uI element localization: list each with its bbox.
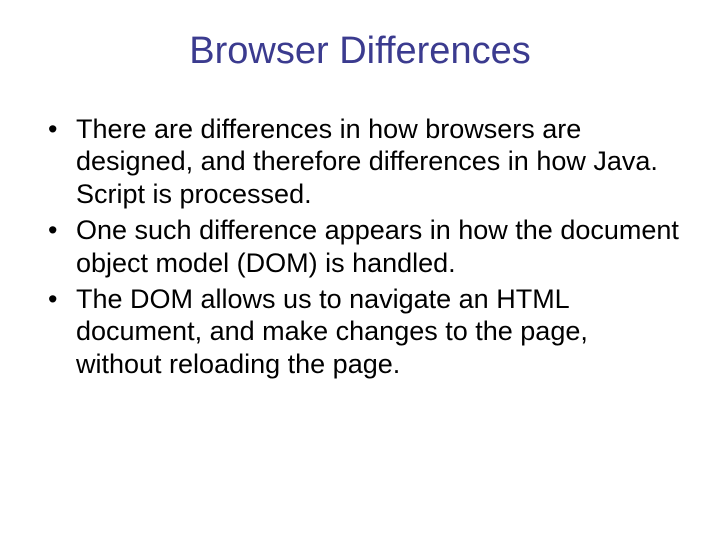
bullet-list: There are differences in how browsers ar… — [40, 113, 680, 380]
slide-title: Browser Differences — [40, 30, 680, 73]
bullet-item: The DOM allows us to navigate an HTML do… — [40, 283, 680, 380]
bullet-item: There are differences in how browsers ar… — [40, 113, 680, 210]
slide: Browser Differences There are difference… — [0, 0, 720, 540]
bullet-item: One such difference appears in how the d… — [40, 214, 680, 279]
slide-body: There are differences in how browsers ar… — [40, 113, 680, 380]
